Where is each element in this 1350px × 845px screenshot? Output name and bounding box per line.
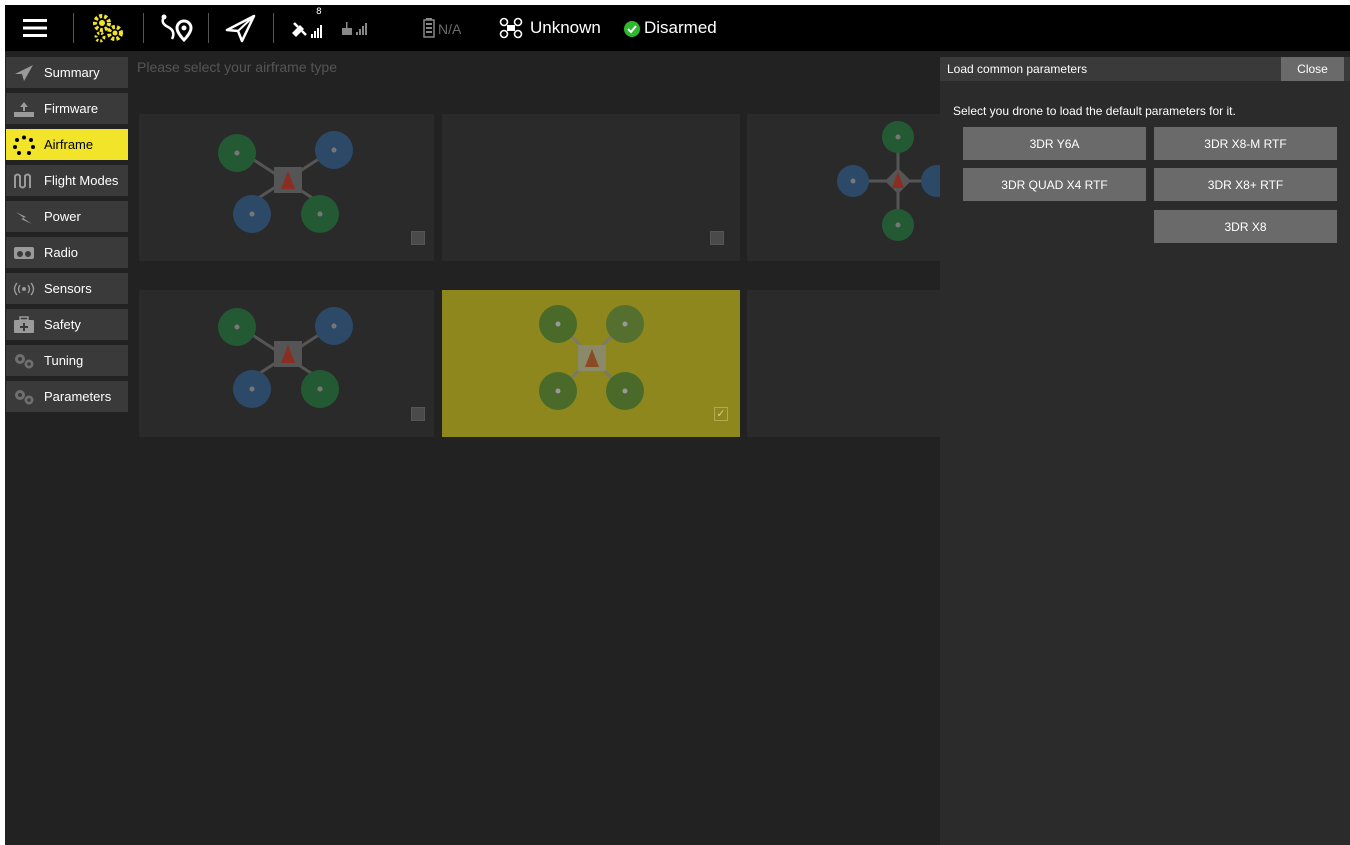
tuning-gears-icon — [12, 351, 36, 371]
sidebar-item-label: Sensors — [44, 281, 92, 296]
main-area: Summary Firmware Airframe Flight Modes P… — [5, 51, 1350, 845]
preset-3dr-x8m-rtf-button[interactable]: 3DR X8-M RTF — [1154, 127, 1337, 160]
battery-icon[interactable] — [423, 18, 435, 38]
toolbar-separator — [73, 13, 74, 43]
airframe-card-quad-plus[interactable] — [747, 114, 940, 261]
toolbar-separator — [143, 13, 144, 43]
quad-h-diagram-icon — [539, 305, 644, 410]
quad-x-diagram-icon — [218, 307, 353, 408]
toolbar-separator — [273, 13, 274, 43]
preset-3dr-quad-x4-rtf-button[interactable]: 3DR QUAD X4 RTF — [963, 168, 1146, 201]
sensors-icon — [12, 279, 36, 299]
sidebar-item-safety[interactable]: Safety — [6, 309, 128, 340]
card-checkbox[interactable] — [411, 407, 425, 421]
sidebar-item-label: Safety — [44, 317, 81, 332]
airframe-card-quad-x[interactable] — [139, 114, 434, 261]
sidebar-item-firmware[interactable]: Firmware — [6, 93, 128, 124]
battery-status: N/A — [438, 21, 462, 37]
airframe-card-blank[interactable] — [442, 114, 740, 261]
sidebar-item-label: Summary — [44, 65, 100, 80]
preset-3dr-x8plus-rtf-button[interactable]: 3DR X8+ RTF — [1154, 168, 1337, 201]
panel-description: Select you drone to load the default par… — [953, 104, 1236, 118]
sidebar-item-flight-modes[interactable]: Flight Modes — [6, 165, 128, 196]
quad-x-diagram-icon — [218, 131, 353, 233]
airframe-card-quad-x-2[interactable] — [139, 290, 434, 437]
setup-gears-icon[interactable] — [90, 12, 126, 44]
plan-route-icon[interactable] — [158, 13, 198, 43]
firmware-upload-icon — [12, 99, 36, 119]
sidebar-item-radio[interactable]: Radio — [6, 237, 128, 268]
toolbar-separator — [208, 13, 209, 43]
page-title: Please select your airframe type — [137, 59, 337, 75]
airframe-card-quad-h-selected[interactable]: ✓ — [442, 290, 740, 437]
sidebar-item-parameters[interactable]: Parameters — [6, 381, 128, 412]
sidebar-item-tuning[interactable]: Tuning — [6, 345, 128, 376]
sidebar-item-label: Radio — [44, 245, 78, 260]
sidebar-item-power[interactable]: Power — [6, 201, 128, 232]
arm-status-label[interactable]: Disarmed — [644, 18, 717, 38]
menu-hamburger-icon[interactable] — [23, 17, 47, 39]
check-circle-icon — [624, 21, 640, 37]
quadcopter-mode-icon[interactable] — [499, 17, 523, 39]
sidebar-item-airframe[interactable]: Airframe — [6, 129, 128, 160]
preset-3dr-x8-button[interactable]: 3DR X8 — [1154, 210, 1337, 243]
fly-plane-icon[interactable] — [224, 13, 258, 43]
parameters-gears-icon — [12, 387, 36, 407]
sidebar-item-label: Tuning — [44, 353, 84, 368]
sidebar-item-label: Firmware — [44, 101, 99, 116]
airframe-dots-icon — [12, 135, 36, 155]
preset-3dr-y6a-button[interactable]: 3DR Y6A — [963, 127, 1146, 160]
sidebar-item-summary[interactable]: Summary — [6, 57, 128, 88]
card-checkbox-checked[interactable]: ✓ — [714, 407, 728, 421]
close-button[interactable]: Close — [1281, 57, 1344, 81]
sidebar-item-label: Flight Modes — [44, 173, 119, 188]
paper-plane-icon — [12, 63, 36, 83]
flight-modes-wave-icon — [12, 171, 36, 191]
sidebar-item-label: Airframe — [44, 137, 94, 152]
load-params-panel: Load common parameters Close Select you … — [940, 57, 1350, 845]
rc-signal-icon[interactable] — [340, 19, 372, 39]
gps-satellite-icon[interactable] — [290, 15, 326, 41]
panel-title: Load common parameters — [947, 62, 1088, 76]
gps-count: 8 — [316, 7, 322, 17]
first-aid-icon — [12, 315, 36, 335]
top-toolbar: 8 N/A Unknown Disarmed — [5, 5, 1350, 51]
quad-plus-diagram-icon — [837, 121, 940, 241]
card-checkbox[interactable] — [710, 231, 724, 245]
panel-header: Load common parameters Close — [940, 57, 1350, 81]
power-bolt-icon — [12, 207, 36, 227]
sidebar-item-label: Power — [44, 209, 81, 224]
airframe-card-blank-2[interactable] — [747, 290, 940, 437]
card-checkbox[interactable] — [411, 231, 425, 245]
radio-icon — [12, 243, 36, 263]
sidebar-item-label: Parameters — [44, 389, 112, 404]
sidebar-item-sensors[interactable]: Sensors — [6, 273, 128, 304]
flight-mode-label[interactable]: Unknown — [530, 18, 601, 38]
